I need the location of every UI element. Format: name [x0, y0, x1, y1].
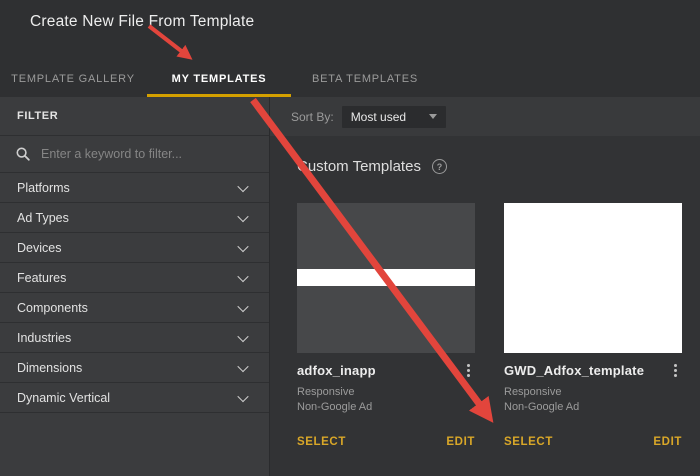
sort-by-label: Sort By:: [291, 110, 334, 124]
filter-sort-bar: FILTER Sort By: Most used: [0, 97, 700, 136]
chevron-down-icon: [237, 180, 248, 191]
chevron-down-icon: [237, 330, 248, 341]
filter-section-devices[interactable]: Devices: [0, 233, 269, 263]
keyword-filter-input[interactable]: [39, 146, 253, 162]
edit-button[interactable]: EDIT: [446, 436, 475, 448]
chevron-down-icon: [237, 360, 248, 371]
template-name: GWD_Adfox_template: [504, 363, 644, 378]
dialog-header: Create New File From Template TEMPLATE G…: [0, 0, 700, 97]
template-responsive-label: Responsive: [504, 385, 682, 400]
filter-label: FILTER: [17, 110, 58, 122]
edit-button[interactable]: EDIT: [653, 436, 682, 448]
chevron-down-icon: [237, 240, 248, 251]
filter-section-dimensions[interactable]: Dimensions: [0, 353, 269, 383]
filter-section-dynamic-vertical[interactable]: Dynamic Vertical: [0, 383, 269, 413]
tab-label: TEMPLATE GALLERY: [11, 73, 135, 85]
template-name: adfox_inapp: [297, 363, 376, 378]
more-options-icon[interactable]: [461, 361, 475, 379]
sort-select[interactable]: Most used: [342, 106, 446, 128]
tab-my-templates[interactable]: MY TEMPLATES: [146, 60, 292, 97]
template-card-adfox-inapp: adfox_inapp Responsive Non-Google Ad SEL…: [297, 203, 475, 448]
template-thumbnail[interactable]: [297, 203, 475, 353]
template-card-list: adfox_inapp Responsive Non-Google Ad SEL…: [297, 203, 700, 448]
tab-beta-templates[interactable]: BETA TEMPLATES: [292, 60, 438, 97]
tab-label: BETA TEMPLATES: [312, 73, 418, 85]
filter-sidebar: Platforms Ad Types Devices Features Comp…: [0, 136, 270, 476]
filter-section-industries[interactable]: Industries: [0, 323, 269, 353]
more-options-icon[interactable]: [668, 361, 682, 379]
template-thumbnail[interactable]: [504, 203, 682, 353]
chevron-down-icon: [237, 390, 248, 401]
templates-panel: Custom Templates ? adfox_inapp Responsiv…: [271, 136, 700, 476]
template-adtype-label: Non-Google Ad: [297, 400, 475, 415]
template-responsive-label: Responsive: [297, 385, 475, 400]
filter-section-components[interactable]: Components: [0, 293, 269, 323]
filter-header: FILTER: [0, 97, 270, 136]
sort-selected-value: Most used: [351, 110, 406, 124]
create-file-from-template-dialog: Create New File From Template TEMPLATE G…: [0, 0, 700, 476]
tab-template-gallery[interactable]: TEMPLATE GALLERY: [0, 60, 146, 97]
help-icon[interactable]: ?: [432, 159, 447, 174]
thumbnail-stripe: [297, 269, 475, 286]
chevron-down-icon: [237, 210, 248, 221]
select-button[interactable]: SELECT: [297, 436, 346, 448]
filter-section-features[interactable]: Features: [0, 263, 269, 293]
template-card-gwd-adfox-template: GWD_Adfox_template Responsive Non-Google…: [504, 203, 682, 448]
tab-label: MY TEMPLATES: [172, 73, 267, 85]
filter-section-ad-types[interactable]: Ad Types: [0, 203, 269, 233]
select-button[interactable]: SELECT: [504, 436, 553, 448]
template-adtype-label: Non-Google Ad: [504, 400, 682, 415]
keyword-search-row: [0, 136, 269, 173]
caret-down-icon: [429, 114, 437, 119]
dialog-title: Create New File From Template: [30, 13, 254, 31]
sort-bar: Sort By: Most used: [270, 97, 700, 136]
filter-section-platforms[interactable]: Platforms: [0, 173, 269, 203]
chevron-down-icon: [237, 300, 248, 311]
chevron-down-icon: [237, 270, 248, 281]
section-title: Custom Templates: [297, 158, 421, 175]
search-icon: [16, 147, 30, 161]
tab-bar: TEMPLATE GALLERY MY TEMPLATES BETA TEMPL…: [0, 60, 438, 97]
